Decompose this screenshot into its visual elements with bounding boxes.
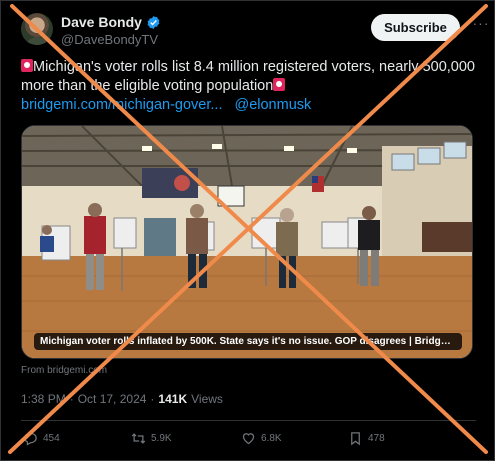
verified-badge-icon xyxy=(147,15,160,29)
tweet-body: Michigan's voter rolls list 8.4 million … xyxy=(21,59,475,94)
bookmark-button[interactable]: 478 xyxy=(348,431,385,446)
bookmark-icon xyxy=(351,432,360,446)
tweet-links: bridgemi.com/michigan-gover... @elonmusk xyxy=(21,97,311,113)
views-label: Views xyxy=(191,392,223,406)
tweet-meta: 1:38 PM · Oct 17, 2024 · 141K Views xyxy=(21,392,223,406)
siren-emoji-icon xyxy=(273,78,286,91)
views-count: 141K xyxy=(158,392,188,406)
avatar[interactable] xyxy=(21,13,53,45)
mention-link[interactable]: @elonmusk xyxy=(234,97,311,113)
link-source[interactable]: From bridgemi.com xyxy=(21,365,107,376)
tweet-header: Dave Bondy @DaveBondyTV Subscribe ··· xyxy=(21,11,489,49)
more-options-icon[interactable]: ··· xyxy=(471,15,491,35)
author-name-row[interactable]: Dave Bondy xyxy=(61,14,161,30)
repost-button[interactable]: 5.9K xyxy=(131,431,172,446)
repost-icon xyxy=(131,433,146,444)
subscribe-button[interactable]: Subscribe xyxy=(371,14,460,41)
article-link[interactable]: bridgemi.com/michigan-gover... xyxy=(21,97,222,113)
author-handle[interactable]: @DaveBondyTV xyxy=(61,32,158,47)
tweet-card: Dave Bondy @DaveBondyTV Subscribe ··· Mi… xyxy=(0,0,495,461)
tweet-text: Michigan's voter rolls list 8.4 million … xyxy=(21,58,476,96)
action-bar: 454 5.9K 6.8K 478 xyxy=(21,431,476,449)
tweet-time[interactable]: 1:38 PM xyxy=(21,392,66,406)
like-button[interactable]: 6.8K xyxy=(241,431,282,446)
meta-separator: · xyxy=(69,392,74,406)
reply-count: 454 xyxy=(43,433,60,444)
reply-button[interactable]: 454 xyxy=(23,431,60,446)
author-display-name[interactable]: Dave Bondy xyxy=(61,14,142,30)
link-card-image[interactable]: Michigan voter rolls inflated by 500K. S… xyxy=(21,125,473,359)
link-card-caption[interactable]: Michigan voter rolls inflated by 500K. S… xyxy=(34,333,462,350)
like-count: 6.8K xyxy=(261,433,282,444)
tweet-date[interactable]: Oct 17, 2024 xyxy=(78,392,147,406)
siren-emoji-icon xyxy=(21,59,33,72)
reply-icon xyxy=(24,432,37,446)
like-icon xyxy=(242,433,255,445)
repost-count: 5.9K xyxy=(151,433,172,444)
meta-separator: · xyxy=(150,392,155,406)
gym-polling-photo xyxy=(22,126,472,358)
bookmark-count: 478 xyxy=(368,433,385,444)
divider xyxy=(21,420,476,421)
